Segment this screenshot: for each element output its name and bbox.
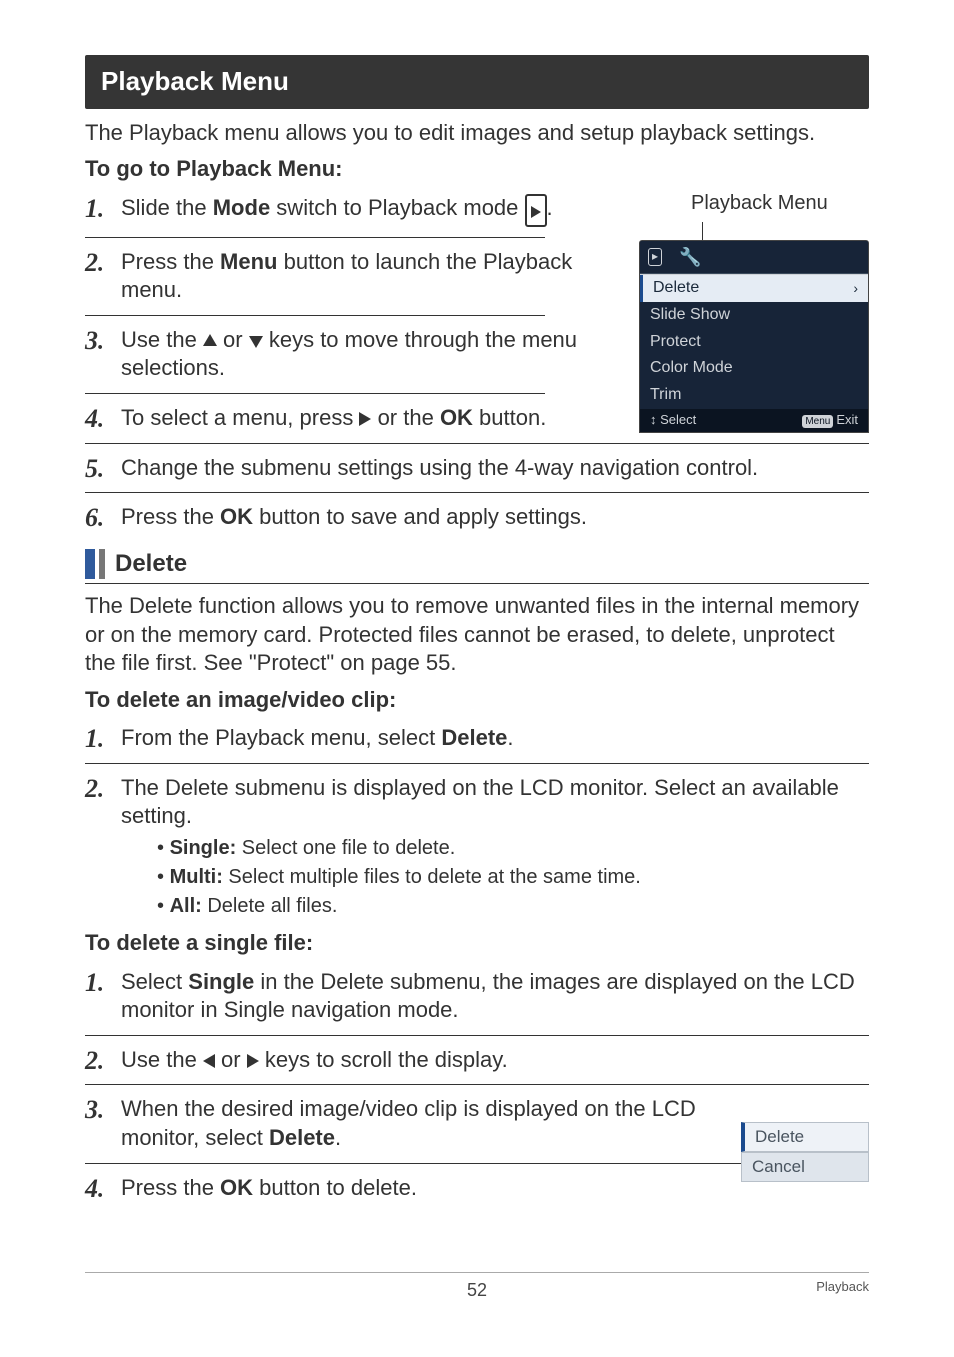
screenshot-label: Playback Menu <box>691 190 869 216</box>
submenu-item-delete: Delete <box>741 1122 869 1152</box>
page: Playback Menu The Playback menu allows y… <box>0 0 954 1357</box>
delete-image-heading: To delete an image/video clip: <box>85 686 869 715</box>
right-arrow-icon <box>247 1054 259 1068</box>
up-arrow-icon <box>203 334 217 348</box>
left-arrow-icon <box>203 1054 215 1068</box>
chevron-right-icon: › <box>853 279 858 297</box>
steps-delete-image: 1. From the Playback menu, select Delete… <box>85 724 869 919</box>
right-arrow-icon <box>359 412 371 426</box>
intro-paragraph: The Playback menu allows you to edit ima… <box>85 119 869 148</box>
delete-single-heading: To delete a single file: <box>85 929 869 958</box>
goto-heading: To go to Playback Menu: <box>85 155 869 184</box>
down-arrow-icon <box>249 334 263 348</box>
delete-paragraph: The Delete function allows you to remove… <box>85 592 869 678</box>
section-label: Playback <box>816 1279 869 1296</box>
page-footer: 52 Playback <box>85 1272 869 1302</box>
section-title-bar: Playback Menu <box>85 55 869 109</box>
page-number: 52 <box>85 1279 869 1302</box>
playback-mode-icon <box>525 194 547 227</box>
screenshot-playback-menu: Playback Menu ▸ 🔧 Delete › Slide Show Pr… <box>639 190 869 433</box>
settings-tab-icon: 🔧 <box>679 247 701 267</box>
menu-item-slide-show: Slide Show <box>640 302 868 329</box>
playback-tab-icon: ▸ <box>648 248 662 266</box>
menu-item-color-mode: Color Mode <box>640 355 868 382</box>
menu-item-delete: Delete › <box>640 275 868 302</box>
delete-subheading: Delete <box>85 548 869 584</box>
menu-item-protect: Protect <box>640 329 868 356</box>
delete-options-list: Single: Select one file to delete. Multi… <box>157 835 869 919</box>
